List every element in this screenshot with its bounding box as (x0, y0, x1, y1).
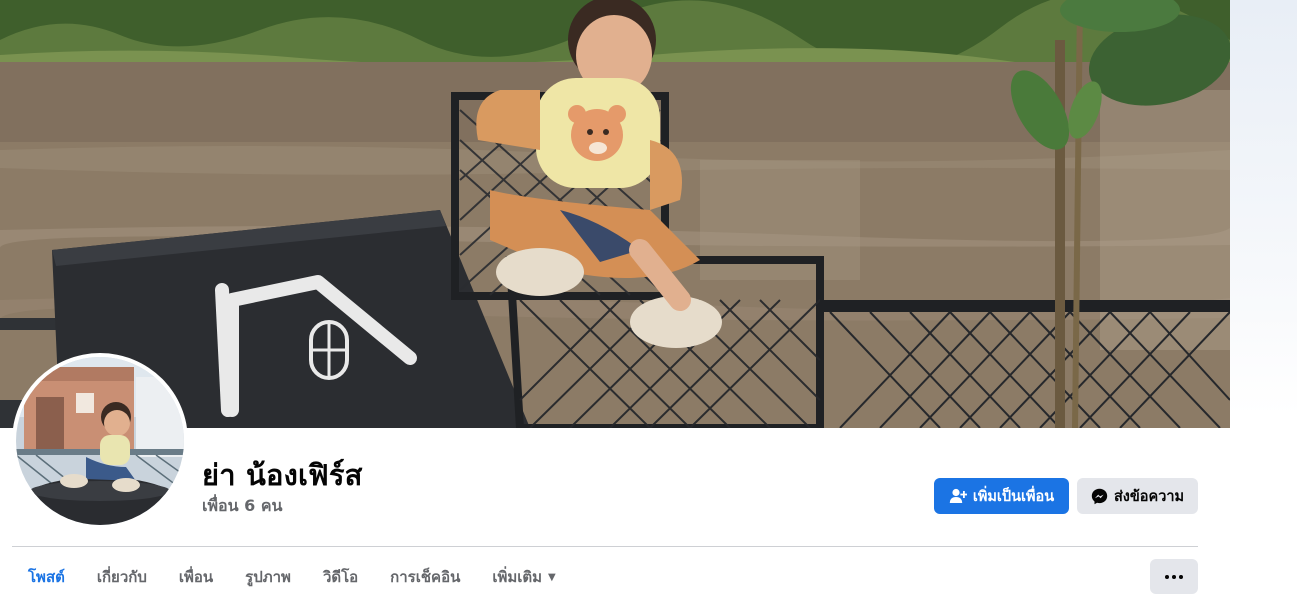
message-label: ส่งข้อความ (1113, 488, 1185, 505)
profile-name: ย่า น้องเฟิร์ส (202, 458, 363, 492)
tab-posts-label: โพสต์ (28, 568, 65, 586)
profile-avatar[interactable] (12, 353, 188, 529)
profile-tabs: โพสต์ เกี่ยวกับ เพื่อน รูปภาพ วิดีโอ การ… (12, 560, 572, 594)
tab-more-label: เพิ่มเติม (492, 568, 543, 586)
messenger-icon (1091, 488, 1108, 505)
tab-videos-label: วิดีโอ (322, 568, 359, 586)
tab-about[interactable]: เกี่ยวกับ (81, 560, 163, 594)
tab-checkins[interactable]: การเช็คอิน (374, 560, 476, 594)
tab-checkins-label: การเช็คอิน (390, 568, 461, 586)
tab-photos[interactable]: รูปภาพ (229, 560, 307, 594)
more-options-icon (1165, 574, 1183, 579)
add-friend-label: เพิ่มเป็นเพื่อน (972, 488, 1055, 505)
add-friend-icon (949, 488, 967, 504)
caret-down-icon: ▼ (548, 571, 556, 583)
tab-more[interactable]: เพิ่มเติม ▼ (476, 560, 571, 594)
tab-photos-label: รูปภาพ (245, 568, 291, 586)
more-options-button[interactable] (1150, 559, 1198, 594)
add-friend-button[interactable]: เพิ่มเป็นเพื่อน (934, 478, 1069, 514)
profile-avatar-image (16, 357, 184, 525)
header-divider (12, 546, 1198, 547)
page-side-gradient (1230, 0, 1297, 594)
tab-posts[interactable]: โพสต์ (12, 560, 81, 594)
tab-friends-label: เพื่อน (178, 568, 214, 586)
tab-videos[interactable]: วิดีโอ (307, 560, 374, 594)
tab-about-label: เกี่ยวกับ (96, 568, 147, 586)
cover-photo[interactable] (0, 0, 1230, 428)
message-button[interactable]: ส่งข้อความ (1077, 478, 1198, 514)
tab-friends[interactable]: เพื่อน (163, 560, 229, 594)
cover-photo-image (0, 0, 1230, 428)
friends-count[interactable]: เพื่อน 6 คน (202, 494, 282, 519)
